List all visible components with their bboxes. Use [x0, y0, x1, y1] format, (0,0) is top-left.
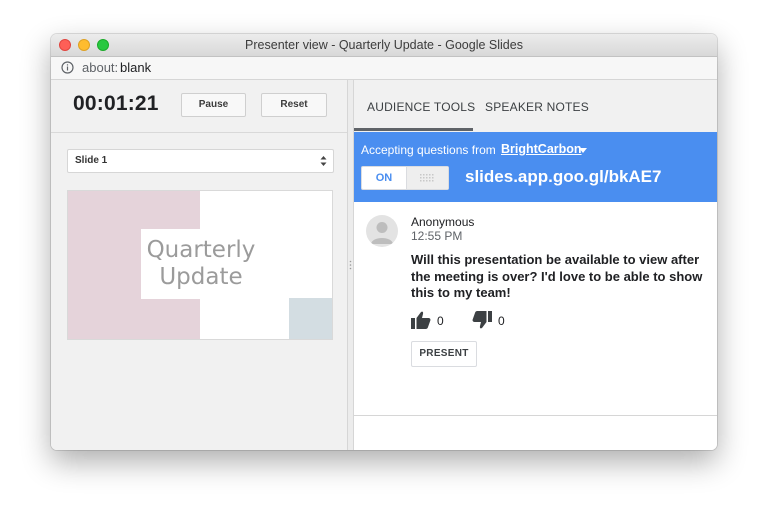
right-pane: AUDIENCE TOOLS SPEAKER NOTES Accepting q… [354, 80, 717, 450]
timer-row: 00:01:21 Pause Reset [51, 80, 347, 133]
address-bar[interactable]: about: blank [51, 57, 717, 80]
thumbnail-title-card: Quarterly Update [141, 229, 261, 299]
question-author: Anonymous [411, 215, 475, 229]
upvote-button[interactable]: 0 [411, 310, 451, 330]
window-title: Presenter view - Quarterly Update - Goog… [245, 38, 523, 52]
account-link[interactable]: BrightCarbon [501, 142, 582, 156]
upvote-count: 0 [437, 314, 444, 328]
slide-select[interactable]: Slide 1 [67, 149, 334, 173]
question-card: Anonymous 12:55 PM Will this presentatio… [354, 202, 717, 416]
active-tab-indicator [354, 128, 473, 131]
qa-toggle[interactable]: ON [361, 166, 449, 190]
slide-select-value: Slide 1 [75, 155, 108, 166]
thumbnail-title: Quarterly Update [141, 237, 261, 291]
toggle-on-label: ON [375, 172, 393, 184]
chevron-down-icon[interactable] [579, 148, 587, 153]
present-button[interactable]: PRESENT [411, 341, 477, 367]
presenter-window: Presenter view - Quarterly Update - Goog… [51, 34, 717, 450]
question-time: 12:55 PM [411, 229, 463, 243]
select-arrows-icon [320, 156, 327, 166]
info-icon[interactable] [61, 61, 74, 74]
elapsed-timer: 00:01:21 [73, 92, 159, 115]
short-url[interactable]: slides.app.goo.gl/bkAE7 [465, 167, 661, 187]
tab-speaker-notes[interactable]: SPEAKER NOTES [485, 100, 589, 114]
address-host: blank [120, 60, 152, 75]
downvote-count: 0 [498, 314, 505, 328]
left-pane: 00:01:21 Pause Reset Slide 1 Quarterly U… [51, 80, 347, 450]
toggle-knob[interactable] [406, 167, 448, 189]
thumbs-down-icon [472, 311, 492, 329]
person-icon [371, 222, 393, 244]
avatar [366, 215, 398, 247]
accepting-questions-text: Accepting questions from [361, 143, 496, 157]
qa-banner: Accepting questions from BrightCarbon ON [354, 132, 717, 202]
thumbnail-title-line2: Update [159, 264, 243, 290]
reset-button[interactable]: Reset [261, 93, 327, 117]
grip-icon [420, 174, 434, 182]
drag-handle-icon[interactable] [349, 260, 352, 270]
question-text: Will this presentation be available to v… [411, 252, 703, 300]
thumbs-up-icon [411, 311, 431, 329]
pause-button[interactable]: Pause [181, 93, 246, 117]
tabs-row: AUDIENCE TOOLS SPEAKER NOTES [354, 80, 717, 133]
slide-thumbnail[interactable]: Quarterly Update [67, 190, 333, 340]
pane-splitter[interactable] [347, 80, 354, 450]
thumbnail-title-line1: Quarterly [146, 237, 256, 263]
tab-audience-tools[interactable]: AUDIENCE TOOLS [367, 100, 475, 114]
title-bar: Presenter view - Quarterly Update - Goog… [51, 34, 717, 57]
thumbnail-blue-block [289, 298, 332, 339]
address-scheme: about: [82, 60, 119, 75]
downvote-button[interactable]: 0 [472, 310, 512, 330]
